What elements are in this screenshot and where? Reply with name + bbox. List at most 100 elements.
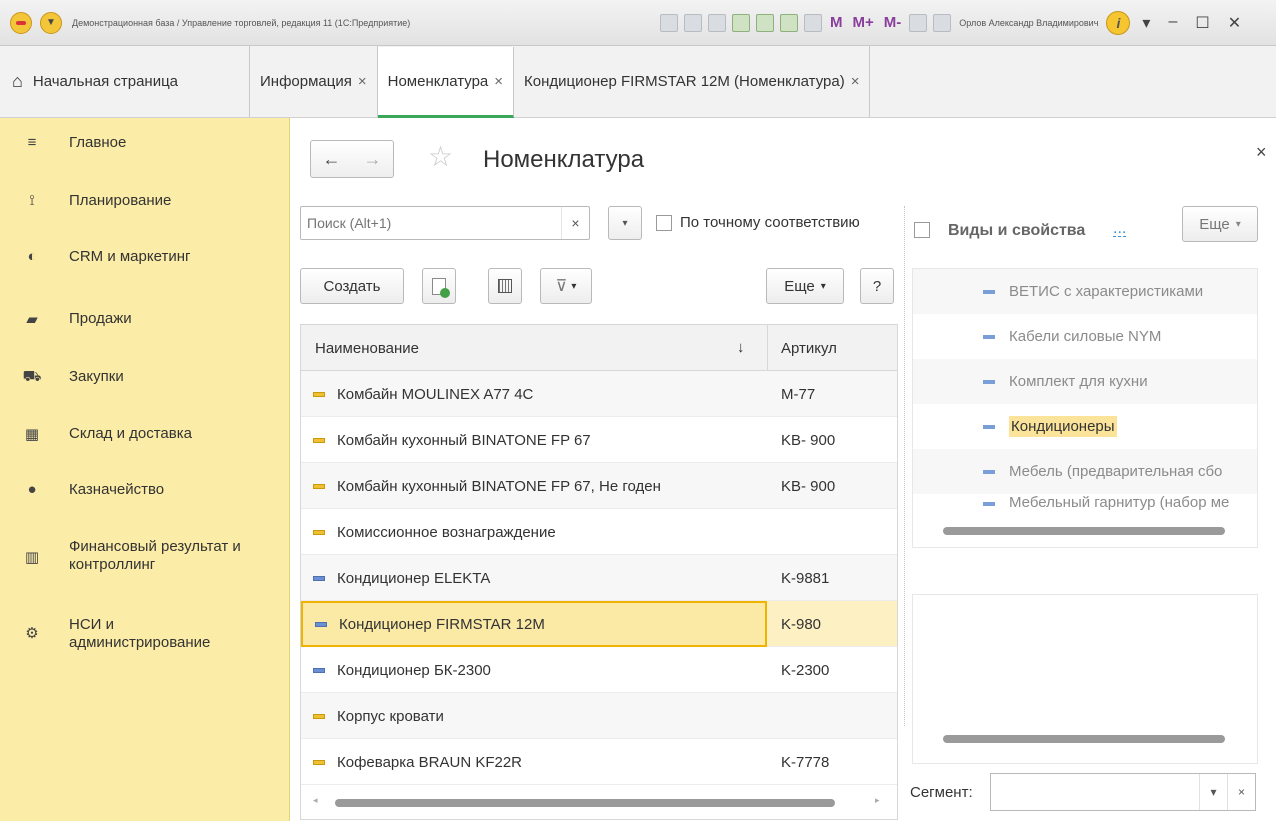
segment-clear-icon[interactable]: × bbox=[1227, 774, 1255, 810]
sidebar-item-main[interactable]: ≡ Главное bbox=[0, 134, 290, 152]
calculator-icon[interactable] bbox=[780, 13, 798, 32]
item-icon bbox=[313, 483, 325, 489]
forward-arrow-icon[interactable]: → bbox=[364, 149, 382, 170]
sidebar-item-crm[interactable]: ◐ CRM и маркетинг bbox=[0, 248, 290, 266]
memory-minus-button[interactable]: M- bbox=[882, 14, 904, 31]
table-row[interactable]: Корпус кровати bbox=[301, 693, 897, 739]
document-icon[interactable] bbox=[660, 13, 678, 32]
properties-checkbox[interactable] bbox=[914, 222, 930, 238]
row-article: KB- 900 bbox=[781, 478, 836, 495]
table-row[interactable]: Комбайн MOULINEX A77 4C M-77 bbox=[301, 371, 897, 417]
calendar-icon[interactable] bbox=[804, 13, 822, 32]
table-row[interactable]: Комиссионное вознаграждение bbox=[301, 509, 897, 555]
segment-input[interactable]: ▾ × bbox=[990, 773, 1256, 811]
close-window-icon[interactable]: ✕ bbox=[1228, 13, 1241, 33]
column-header-name[interactable]: Наименование bbox=[315, 340, 419, 357]
preview-icon[interactable] bbox=[708, 13, 726, 32]
properties-list: ВЕТИС с характеристиками Кабели силовые … bbox=[912, 268, 1258, 548]
list-item[interactable]: Мебель (предварительная сбо bbox=[913, 449, 1257, 494]
help-button[interactable]: ? bbox=[860, 268, 894, 304]
list-item[interactable]: Мебельный гарнитур (набор ме bbox=[913, 494, 1257, 517]
close-tab-icon[interactable]: × bbox=[851, 73, 860, 90]
tab-label: Начальная страница bbox=[32, 73, 179, 90]
panel-more-button[interactable]: Еще ▾ bbox=[1182, 206, 1258, 242]
main-menu-button[interactable]: ▼ bbox=[40, 11, 62, 34]
search-options-button[interactable]: ▾ bbox=[608, 206, 642, 240]
search-box: × bbox=[300, 206, 590, 240]
sidebar-item-planning[interactable]: ⟟ Планирование bbox=[0, 192, 290, 210]
dropdown-icon[interactable]: ▾ bbox=[1142, 13, 1150, 33]
users-icon[interactable] bbox=[732, 13, 750, 32]
tab-nomenclature[interactable]: Номенклатура × bbox=[377, 47, 515, 118]
tab-info[interactable]: Информация × bbox=[250, 46, 378, 117]
print-icon[interactable] bbox=[684, 13, 702, 32]
scrollbar-thumb[interactable] bbox=[943, 735, 1225, 743]
zoom-icon[interactable] bbox=[909, 13, 928, 32]
table-row[interactable]: Кондиционер БК-2300 K-2300 bbox=[301, 647, 897, 693]
item-icon bbox=[983, 424, 995, 429]
list-item-label: Комплект для кухни bbox=[1009, 373, 1148, 390]
compare-icon[interactable] bbox=[756, 13, 774, 32]
list-item-selected[interactable]: Кондиционеры bbox=[913, 404, 1257, 449]
sidebar-item-admin[interactable]: ⚙ НСИ и администрирование bbox=[0, 616, 290, 652]
scrollbar-thumb[interactable] bbox=[943, 527, 1225, 535]
memory-m-button[interactable]: M bbox=[828, 14, 845, 31]
menu-icon: ≡ bbox=[27, 134, 37, 151]
close-tab-icon[interactable]: × bbox=[358, 73, 367, 90]
sidebar-item-warehouse[interactable]: ▦ Склад и доставка bbox=[0, 425, 290, 443]
row-name: Комбайн кухонный BINATONE FP 67, Не годе… bbox=[337, 477, 661, 495]
memory-plus-button[interactable]: M+ bbox=[851, 14, 876, 31]
sidebar-item-treasury[interactable]: ● Казначейство bbox=[0, 481, 290, 499]
table-row[interactable]: Комбайн кухонный BINATONE FP 67, Не годе… bbox=[301, 463, 897, 509]
maximize-icon[interactable]: ☐ bbox=[1195, 13, 1209, 33]
clear-search-icon[interactable]: × bbox=[561, 207, 589, 239]
exact-match-option[interactable]: По точному соответствию bbox=[656, 214, 860, 231]
close-tab-icon[interactable]: × bbox=[494, 73, 503, 90]
more-button[interactable]: Еще ▾ bbox=[766, 268, 844, 304]
table-header: Наименование ↓ Артикул bbox=[301, 325, 897, 371]
back-arrow-icon[interactable]: ← bbox=[323, 149, 341, 170]
segment-dropdown-icon[interactable]: ▾ bbox=[1199, 774, 1227, 810]
nomenclature-table: Наименование ↓ Артикул Комбайн MOULINEX … bbox=[300, 324, 898, 820]
list-item[interactable]: ВЕТИС с характеристиками bbox=[913, 269, 1257, 314]
window-icon[interactable] bbox=[933, 13, 952, 32]
user-name[interactable]: Орлов Александр Владимирович bbox=[959, 18, 1098, 28]
search-input[interactable] bbox=[301, 207, 561, 239]
horizontal-scrollbar[interactable] bbox=[913, 517, 1257, 547]
minimize-icon[interactable]: – bbox=[1168, 13, 1177, 33]
table-row[interactable]: Кофеварка BRAUN KF22R K-7778 bbox=[301, 739, 897, 785]
row-name: Комбайн кухонный BINATONE FP 67 bbox=[337, 431, 591, 449]
properties-select-link[interactable]: ... bbox=[1113, 221, 1127, 237]
filter-button[interactable]: ⊽ ▾ bbox=[540, 268, 592, 304]
item-icon bbox=[983, 334, 995, 339]
sidebar-item-purchases[interactable]: ⛟ Закупки bbox=[0, 368, 290, 387]
info-icon[interactable]: i bbox=[1106, 10, 1131, 35]
scroll-left-icon[interactable]: ◂ bbox=[313, 795, 318, 806]
list-item[interactable]: Комплект для кухни bbox=[913, 359, 1257, 404]
tab-home[interactable]: ⌂ Начальная страница bbox=[0, 46, 250, 117]
panel-divider[interactable] bbox=[904, 206, 905, 726]
create-button[interactable]: Создать bbox=[300, 268, 404, 304]
tab-item-card[interactable]: Кондиционер FIRMSTAR 12M (Номенклатура) … bbox=[514, 46, 871, 117]
item-icon bbox=[313, 713, 325, 719]
scroll-right-icon[interactable]: ▸ bbox=[875, 795, 880, 806]
create-copy-button[interactable] bbox=[422, 268, 456, 304]
table-row[interactable]: Кондиционер ELEKTA K-9881 bbox=[301, 555, 897, 601]
sidebar-item-sales[interactable]: ▰ Продажи bbox=[0, 310, 290, 328]
filter-icon: ⊽ bbox=[555, 278, 568, 295]
exact-match-checkbox[interactable] bbox=[656, 214, 672, 231]
sidebar-item-finance[interactable]: ▥ Финансовый результат и контроллинг bbox=[0, 538, 290, 574]
column-header-article[interactable]: Артикул bbox=[781, 340, 837, 357]
favorite-star-icon[interactable]: ☆ bbox=[428, 140, 453, 173]
horizontal-scrollbar[interactable]: ◂ ▸ bbox=[301, 787, 897, 819]
list-settings-button[interactable] bbox=[488, 268, 522, 304]
list-item[interactable]: Кабели силовые NYM bbox=[913, 314, 1257, 359]
list-item-label: Мебель (предварительная сбо bbox=[1009, 463, 1223, 480]
table-row[interactable]: Комбайн кухонный BINATONE FP 67 KB- 900 bbox=[301, 417, 897, 463]
table-row-selected[interactable]: Кондиционер FIRMSTAR 12M K-980 bbox=[301, 601, 897, 647]
column-separator[interactable] bbox=[767, 325, 768, 371]
home-icon: ⌂ bbox=[12, 71, 23, 91]
close-form-icon[interactable]: × bbox=[1256, 142, 1267, 163]
scrollbar-thumb[interactable] bbox=[335, 799, 835, 807]
page-title: Номенклатура bbox=[483, 146, 645, 173]
